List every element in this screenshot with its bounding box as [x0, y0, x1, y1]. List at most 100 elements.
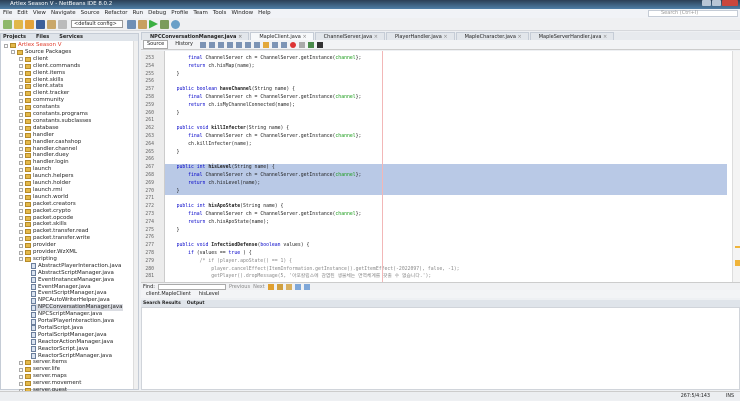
editor-tab[interactable]: MapleClient.java ×: [250, 32, 314, 40]
wrap-around-icon[interactable]: [303, 283, 310, 290]
forward-icon[interactable]: [217, 41, 224, 48]
expand-toggle-icon[interactable]: [19, 98, 23, 103]
expand-toggle-icon[interactable]: [19, 147, 23, 151]
expand-toggle-icon[interactable]: [19, 257, 23, 262]
expand-toggle-icon[interactable]: [19, 126, 23, 131]
expand-toggle-icon[interactable]: [19, 216, 23, 220]
open-project-icon[interactable]: [25, 19, 34, 29]
expand-toggle-icon[interactable]: [19, 367, 23, 372]
source-tab[interactable]: Source: [143, 40, 169, 49]
expand-toggle-icon[interactable]: [19, 188, 23, 193]
code-line[interactable]: }: [165, 110, 727, 118]
find-icon[interactable]: [226, 41, 233, 48]
comment-icon[interactable]: [307, 41, 314, 48]
tab-output[interactable]: Output: [187, 300, 205, 307]
menu-source[interactable]: Source: [81, 9, 100, 18]
code-line[interactable]: [165, 156, 727, 164]
new-project-icon[interactable]: [14, 19, 23, 29]
shift-right-icon[interactable]: [280, 41, 287, 48]
menu-window[interactable]: Window: [231, 9, 253, 18]
expand-toggle-icon[interactable]: [19, 57, 23, 62]
regex-icon[interactable]: [285, 283, 292, 290]
expand-toggle-icon[interactable]: [19, 160, 23, 165]
menu-view[interactable]: View: [33, 9, 46, 18]
history-tab[interactable]: History: [171, 40, 197, 49]
code-line[interactable]: [165, 78, 727, 86]
menu-tools[interactable]: Tools: [213, 9, 227, 18]
stop-macro-icon[interactable]: [298, 41, 305, 48]
breadcrumb-method[interactable]: hisLevel: [199, 290, 219, 298]
uncomment-icon[interactable]: [316, 41, 323, 48]
expand-toggle-icon[interactable]: [11, 50, 15, 55]
match-case-icon[interactable]: [267, 283, 274, 290]
editor-tab[interactable]: PlayerHandler.java ×: [385, 32, 455, 40]
code-line[interactable]: }: [165, 227, 727, 235]
new-file-icon[interactable]: [3, 19, 12, 29]
expand-toggle-icon[interactable]: [19, 64, 23, 69]
save-all-icon[interactable]: [36, 19, 45, 29]
last-edit-icon[interactable]: [199, 41, 206, 48]
start-macro-icon[interactable]: [289, 41, 296, 48]
redo-icon[interactable]: [58, 19, 67, 29]
code-line[interactable]: final ChannelServer ch = ChannelServer.g…: [165, 133, 727, 141]
expand-toggle-icon[interactable]: [19, 181, 23, 186]
expand-toggle-icon[interactable]: [19, 229, 23, 234]
code-line[interactable]: public int hisApoState(String name) {: [165, 203, 727, 211]
editor-tab[interactable]: ChannelServer.java ×: [314, 32, 385, 40]
code-line[interactable]: getPlayer().dropMessage(5, '아포칼립스에 감염된 생…: [165, 273, 727, 281]
expand-toggle-icon[interactable]: [19, 71, 23, 76]
expand-toggle-icon[interactable]: [19, 140, 23, 145]
expand-toggle-icon[interactable]: [19, 167, 23, 172]
expand-toggle-icon[interactable]: [19, 250, 23, 255]
expand-toggle-icon[interactable]: [19, 105, 23, 110]
expand-toggle-icon[interactable]: [19, 133, 23, 138]
code-line[interactable]: return ch.hisLevel(name);: [165, 179, 727, 188]
find-previous-button[interactable]: Previous: [229, 284, 250, 290]
highlight-results-icon[interactable]: [294, 283, 301, 290]
code-line[interactable]: /* if (player.apoState() == 1) {: [165, 258, 727, 266]
expand-toggle-icon[interactable]: [19, 195, 23, 200]
editor-tab[interactable]: NPCConversationManager.java ×: [141, 32, 250, 40]
code-line[interactable]: return ch.isMyChannelConnected(name);: [165, 102, 727, 110]
expand-toggle-icon[interactable]: [19, 84, 23, 89]
clean-build-icon[interactable]: [138, 19, 147, 29]
expand-toggle-icon[interactable]: [19, 381, 23, 386]
code-line[interactable]: }: [165, 71, 727, 79]
debug-icon[interactable]: [160, 19, 169, 29]
expand-toggle-icon[interactable]: [19, 78, 23, 82]
expand-toggle-icon[interactable]: [19, 360, 23, 365]
menu-profile[interactable]: Profile: [171, 9, 188, 18]
editor-tab[interactable]: MapleCharacter.java ×: [455, 32, 529, 40]
tree-scrollbar[interactable]: [133, 41, 138, 389]
expand-toggle-icon[interactable]: [19, 91, 23, 96]
code-line[interactable]: [165, 117, 727, 125]
tab-search-results[interactable]: Search Results: [143, 300, 181, 307]
code-line[interactable]: public boolean haveChannel(String name) …: [165, 86, 727, 94]
toggle-highlight-icon[interactable]: [253, 41, 260, 48]
code-line[interactable]: }: [165, 149, 727, 157]
code-line[interactable]: final ChannelServer ch = ChannelServer.g…: [165, 94, 727, 102]
menu-edit[interactable]: Edit: [17, 9, 28, 18]
tab-files[interactable]: Files: [36, 34, 49, 41]
expand-toggle-icon[interactable]: [4, 43, 8, 48]
code-line[interactable]: final ChannelServer ch = ChannelServer.g…: [165, 172, 727, 180]
run-icon[interactable]: [149, 19, 158, 29]
whole-words-icon[interactable]: [276, 283, 283, 290]
menu-refactor[interactable]: Refactor: [105, 9, 128, 18]
expand-toggle-icon[interactable]: [19, 209, 23, 214]
close-button[interactable]: [722, 0, 738, 6]
code-line[interactable]: }: [165, 187, 727, 196]
code-line[interactable]: public void killInfecter(String name) {: [165, 125, 727, 133]
search-input[interactable]: Search (Ctrl+I): [648, 10, 738, 17]
config-select[interactable]: <default config>: [71, 20, 123, 28]
menu-file[interactable]: File: [3, 9, 12, 18]
expand-toggle-icon[interactable]: [19, 153, 23, 158]
find-next-icon[interactable]: [244, 41, 251, 48]
undo-icon[interactable]: [47, 19, 56, 29]
code-line[interactable]: return ch.hisMap(name);: [165, 63, 727, 71]
code-line[interactable]: final ChannelServer ch = ChannelServer.g…: [165, 55, 727, 63]
menu-navigate[interactable]: Navigate: [51, 9, 76, 18]
menu-help[interactable]: Help: [258, 9, 271, 18]
code-line[interactable]: [165, 234, 727, 242]
build-icon[interactable]: [127, 19, 136, 29]
